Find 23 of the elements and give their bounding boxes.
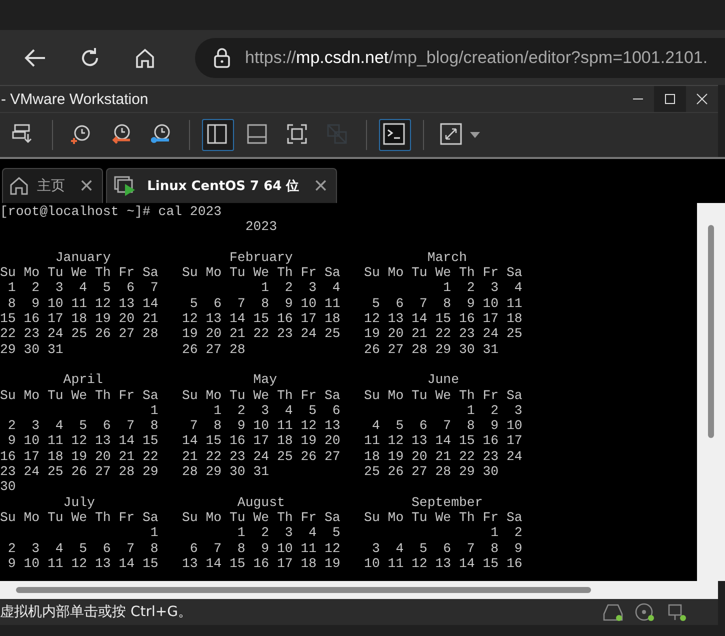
home-icon [9, 176, 29, 196]
window-title: - VMware Workstation [0, 90, 150, 108]
lock-icon [213, 48, 231, 68]
maximize-icon[interactable] [654, 86, 686, 112]
horizontal-scrollbar[interactable] [0, 581, 718, 599]
tab-label: Linux CentOS 7 64 位 [147, 178, 300, 195]
terminal-screen[interactable] [0, 203, 697, 581]
address-bar[interactable]: https://mp.csdn.net/mp_blog/creation/editor?spm=1001.2101. [195, 38, 725, 78]
calendar-output: 2023 January February March Su Mo Tu We Th Fr Sa Su Mo Tu We Th Fr Sa Su Mo Tu We Th Fr Sa 1 2 3 4 5 6 7 1 2 3 4 1 2 3 4 8 9 10 11 12 13 14 5 6 7 8 9 10 11 5 6 7 8 9 10 11 15 16 17 18 19 20 21 12 13 14 15 16 17 18 12 13 14 15 16 17 18 22 23 24 25 26 27 28 19 20 21 22 23 24 25 19 20 21 22 23 24 25 29 30 31 26 27 28 26 27 28 29 30 31 April May June Su Mo Tu We Th Fr Sa Su Mo Tu We Th Fr Sa Su Mo Tu We Th Fr Sa 1 1 2 3 4 5 6 1 2 3 2 3 4 5 6 7 8 7 8 9 10 11 12 13 4 5 6 7 8 9 10 9 10 11 12 13 14 15 14 15 16 17 18 19 20 11 12 13 14 15 16 17 16 17 18 19 20 21 22 21 22 23 24 25 26 27 18 19 20 21 22 23 24 23 24 25 26 27 28 29 28 29 30 31 25 26 27 28 29 30 30 July August September Su Mo Tu We Th Fr Sa Su Mo Tu We Th Fr Sa Su Mo Tu We Th Fr Sa 1 1 2 3 4 5 1 2 2 3 4 5 6 7 8 6 7 8 9 10 11 12 3 4 5 6 7 8 9 9 10 11 12 13 14 15 13 14 15 16 17 18 19 10 11 12 13 14 15 16 [0, 219, 524, 572]
tab[interactable]: 主页 ✕ [2, 168, 104, 203]
vertical-scrollbar[interactable] [697, 203, 725, 581]
tab[interactable]: Linux CentOS 7 64 位 ✕ [106, 168, 338, 203]
caret-icon[interactable] [470, 132, 480, 138]
terminal-icon[interactable] [379, 119, 411, 151]
url-text: https://mp.csdn.net/mp_blog/creation/editor?spm=1001.2101. [245, 48, 708, 68]
tab-label: 主页 [37, 177, 65, 195]
status-text: 虚拟机内部单击或按 Ctrl+G。 [0, 603, 192, 621]
network-icon[interactable] [666, 602, 688, 622]
command-line: [root@localhost ~]# cal 2023 [0, 204, 223, 220]
disc-icon[interactable] [634, 602, 656, 622]
close-tab-button[interactable]: ✕ [313, 176, 328, 196]
close-tab-button[interactable]: ✕ [79, 176, 94, 196]
sidebar-layout-icon[interactable] [202, 119, 234, 151]
